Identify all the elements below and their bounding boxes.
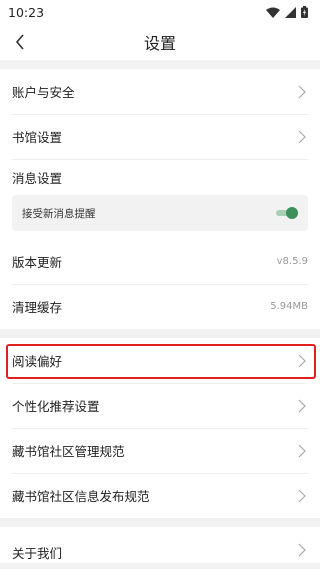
row-library-settings[interactable]: 书馆设置 bbox=[0, 114, 320, 159]
group-title: 消息设置 bbox=[12, 170, 63, 186]
new-message-toggle-row: 接受新消息提醒 bbox=[12, 195, 308, 231]
signal-icon bbox=[285, 6, 296, 18]
row-reading-preference[interactable]: 阅读偏好 bbox=[0, 338, 320, 383]
row-about-us[interactable]: 关于我们 bbox=[0, 527, 320, 563]
chevron-right-icon bbox=[298, 85, 306, 98]
nav-bar: 设置 bbox=[0, 24, 320, 60]
settings-section-about: 关于我们 bbox=[0, 527, 320, 563]
chevron-right-icon bbox=[298, 130, 306, 143]
row-label: 账户与安全 bbox=[12, 85, 75, 100]
row-personalized-recommendation[interactable]: 个性化推荐设置 bbox=[0, 383, 320, 428]
section-gap bbox=[0, 60, 320, 69]
message-settings-header: 消息设置 bbox=[0, 159, 320, 195]
row-label: 版本更新 bbox=[12, 255, 63, 270]
row-label: 关于我们 bbox=[12, 546, 63, 561]
row-community-management-rules[interactable]: 藏书馆社区管理规范 bbox=[0, 428, 320, 473]
status-bar: 10:23 bbox=[0, 0, 320, 24]
settings-section-prefs: 阅读偏好 个性化推荐设置 藏书馆社区管理规范 藏书馆社区信息发布规范 bbox=[0, 338, 320, 518]
row-label: 个性化推荐设置 bbox=[12, 399, 100, 414]
row-label: 书馆设置 bbox=[12, 130, 63, 145]
section-gap bbox=[0, 518, 320, 527]
row-label: 清理缓存 bbox=[12, 300, 63, 315]
chevron-right-icon bbox=[298, 489, 306, 502]
status-time: 10:23 bbox=[8, 4, 45, 20]
row-account-security[interactable]: 账户与安全 bbox=[0, 69, 320, 114]
back-button[interactable] bbox=[8, 30, 32, 54]
row-label: 藏书馆社区管理规范 bbox=[12, 444, 125, 459]
version-value: v8.5.9 bbox=[276, 256, 308, 267]
toggle-thumb bbox=[286, 207, 298, 219]
new-message-toggle[interactable] bbox=[276, 206, 298, 220]
row-label: 藏书馆社区信息发布规范 bbox=[12, 489, 150, 504]
section-gap bbox=[0, 329, 320, 338]
wifi-icon bbox=[266, 7, 280, 18]
row-label: 阅读偏好 bbox=[12, 354, 63, 369]
chevron-left-icon bbox=[15, 34, 24, 50]
status-icons bbox=[266, 6, 308, 18]
chevron-right-icon bbox=[298, 444, 306, 457]
chevron-right-icon bbox=[298, 543, 306, 557]
row-community-posting-rules[interactable]: 藏书馆社区信息发布规范 bbox=[0, 473, 320, 518]
cache-size-value: 5.94MB bbox=[270, 301, 308, 312]
battery-icon bbox=[301, 6, 308, 18]
row-version-update[interactable]: 版本更新 v8.5.9 bbox=[0, 239, 320, 284]
chevron-right-icon bbox=[298, 399, 306, 412]
row-clear-cache[interactable]: 清理缓存 5.94MB bbox=[0, 284, 320, 329]
settings-section-main: 账户与安全 书馆设置 消息设置 接受新消息提醒 版本更新 v8.5.9 清理缓存… bbox=[0, 69, 320, 329]
chevron-right-icon bbox=[298, 354, 306, 367]
page-title: 设置 bbox=[143, 34, 176, 53]
toggle-label: 接受新消息提醒 bbox=[22, 207, 96, 220]
